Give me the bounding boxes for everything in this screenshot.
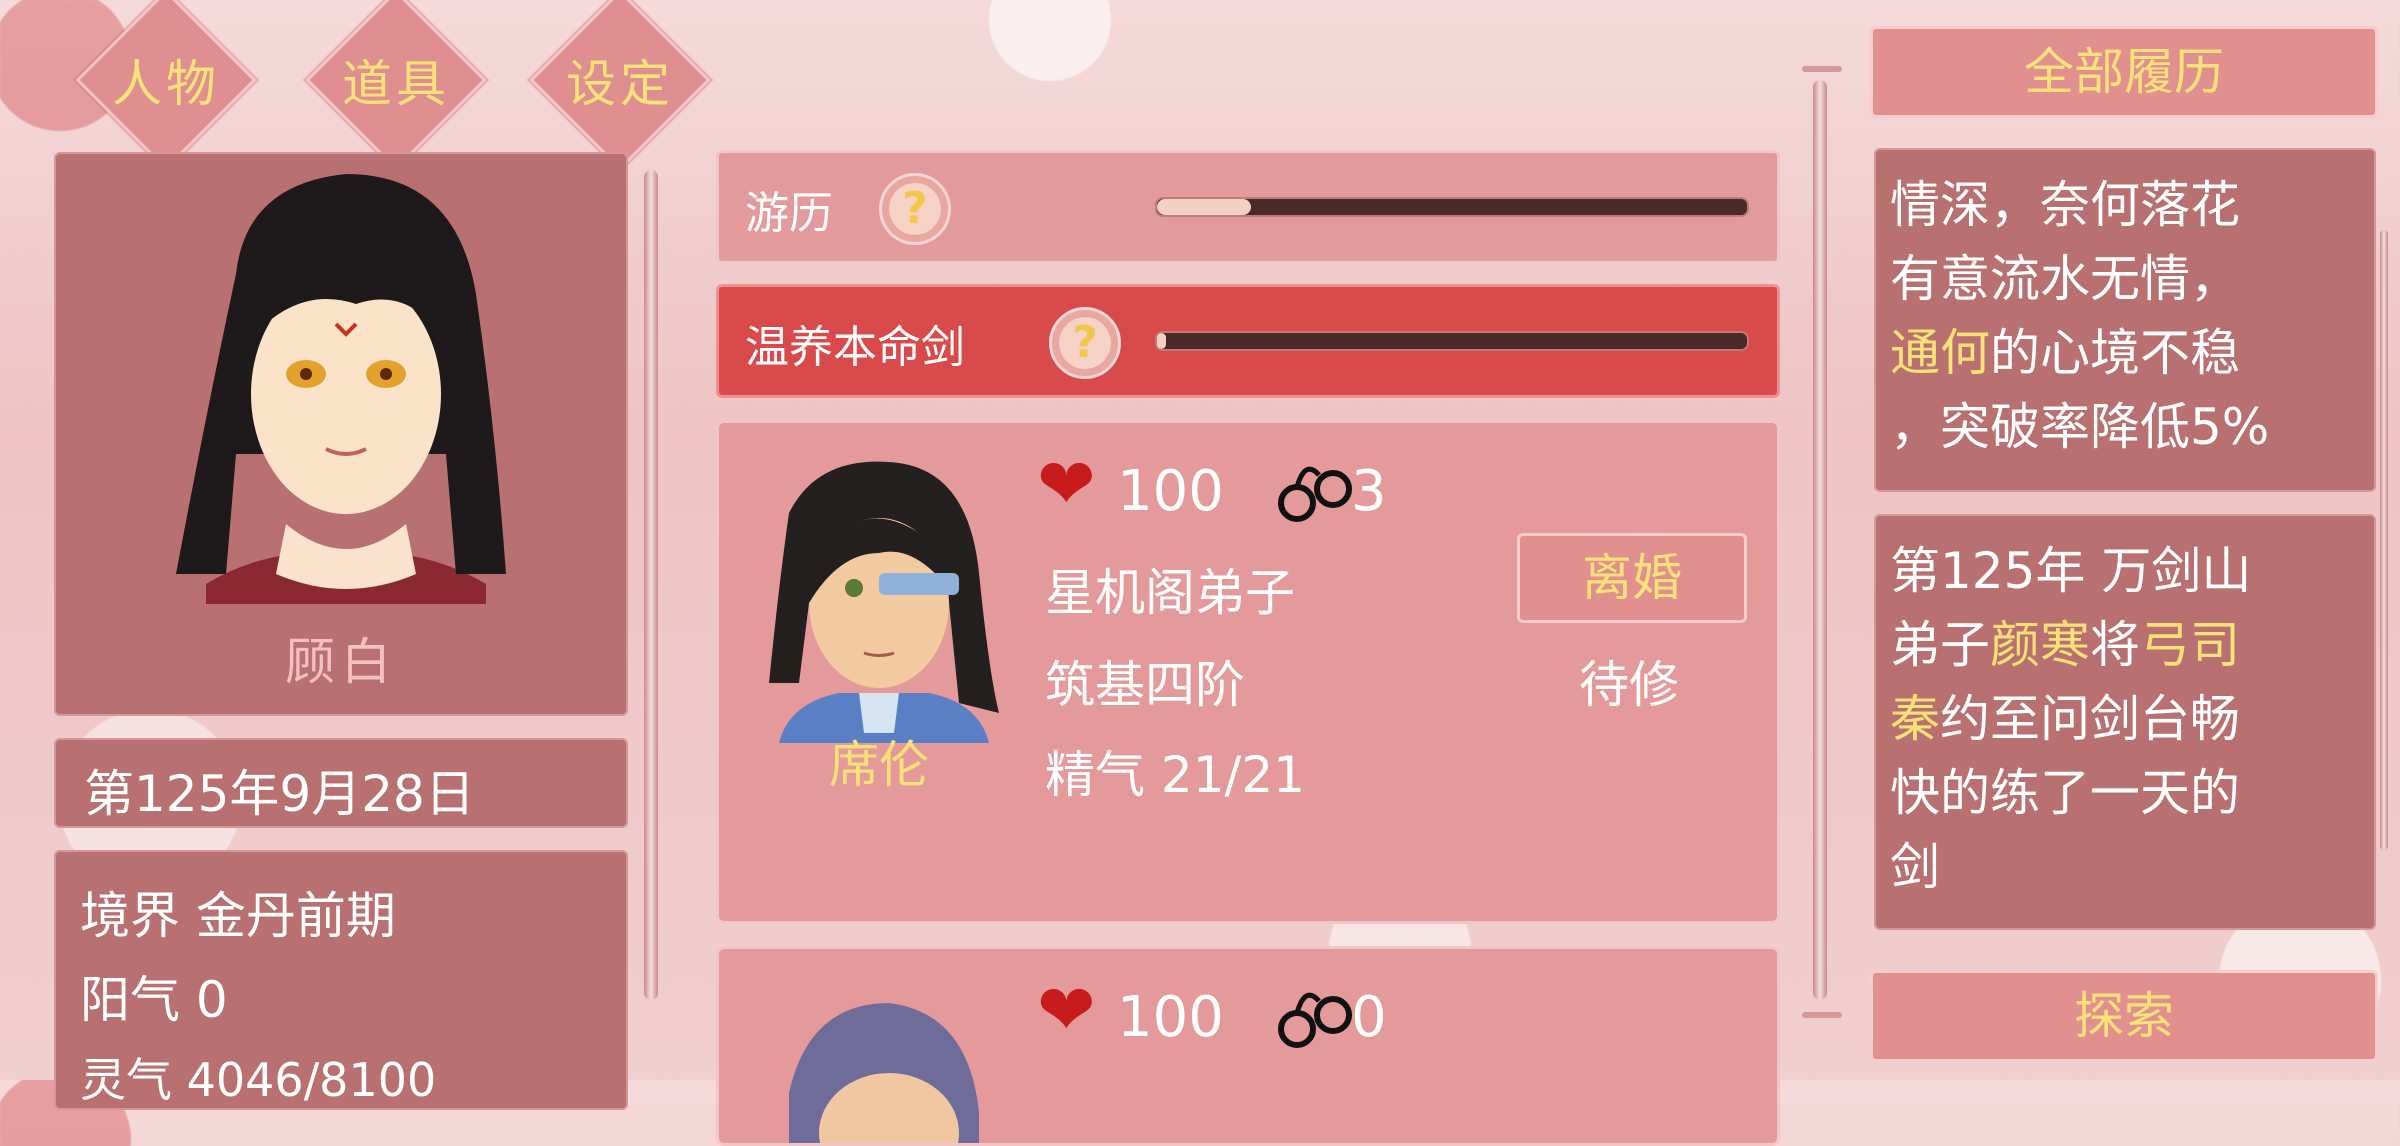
middle-scroll-cap-top <box>1802 66 1842 72</box>
player-spirit: 灵气 4046/8100 <box>80 1053 437 1107</box>
history-highlight: 通何 <box>1890 324 1990 382</box>
sword-progress-fill <box>1157 333 1166 349</box>
partner-affection: 100 <box>1117 985 1224 1050</box>
travel-progress-bar <box>1155 197 1749 217</box>
history-scrollbar[interactable] <box>2380 230 2388 850</box>
player-name: 顾白 <box>285 633 397 691</box>
history-line: 有意流水无情， <box>1890 250 2240 308</box>
activity-sword-label: 温养本命剑 <box>745 322 965 373</box>
tab-settings[interactable]: 设定 <box>522 0 718 171</box>
partner-bond-count: 0 <box>1351 985 1387 1050</box>
sword-progress-bar <box>1155 331 1749 351</box>
heart-icon: ❤ <box>1037 969 1096 1051</box>
history-text: 约至问剑台畅 <box>1940 690 2240 748</box>
partner-card[interactable]: ❤ 100 0 <box>716 946 1780 1146</box>
tab-settings-label: 设定 <box>566 55 674 113</box>
explore-button[interactable]: 探索 <box>1870 970 2378 1062</box>
history-line: 秦约至问剑台畅 <box>1890 682 2251 756</box>
sword-help-icon[interactable]: ? <box>1049 307 1121 379</box>
all-history-button[interactable]: 全部履历 <box>1870 26 2378 118</box>
tab-items[interactable]: 道具 <box>298 0 494 171</box>
history-entry: 情深，奈何落花 有意流水无情， 通何的心境不稳 ，突破率降低5% <box>1874 148 2376 492</box>
history-highlight: 秦 <box>1890 690 1940 748</box>
history-line: ，突破率降低5% <box>1890 398 2270 456</box>
history-highlight: 颜寒 <box>1990 616 2090 674</box>
partner-portrait <box>769 461 999 743</box>
partner-stage: 筑基四阶 <box>1045 656 1245 714</box>
partner-name: 席伦 <box>829 736 929 794</box>
partner-affection: 100 <box>1117 459 1224 524</box>
tab-items-label: 道具 <box>342 55 450 113</box>
player-portrait-panel[interactable]: 顾白 <box>54 152 628 716</box>
explore-button-label: 探索 <box>2074 987 2174 1045</box>
divorce-button[interactable]: 离婚 <box>1517 533 1747 623</box>
all-history-button-label: 全部履历 <box>2024 43 2224 101</box>
activity-travel-label: 游历 <box>745 188 833 239</box>
partner-essence: 精气 21/21 <box>1045 746 1305 804</box>
history-text: 弟子 <box>1890 616 1990 674</box>
middle-scrollbar[interactable] <box>1813 80 1827 1000</box>
heart-icon: ❤ <box>1037 443 1096 525</box>
player-stats-panel: 境界 金丹前期 阳气 0 灵气 4046/8100 <box>54 850 628 1110</box>
left-scrollbar[interactable] <box>644 170 658 1000</box>
history-line: 通何的心境不稳 <box>1890 316 2269 390</box>
history-line: 剑 <box>1890 838 1940 896</box>
game-date: 第125年9月28日 <box>84 765 475 823</box>
history-line: 情深，奈何落花 <box>1890 176 2240 234</box>
history-line: 第125年 万剑山 <box>1890 542 2252 600</box>
divorce-button-label: 离婚 <box>1582 549 1682 607</box>
date-panel: 第125年9月28日 <box>54 738 628 828</box>
history-entry: 第125年 万剑山 弟子颜寒将弓司 秦约至问剑台畅 快的练了一天的 剑 <box>1874 514 2376 930</box>
handcuffs-icon <box>1278 992 1352 1048</box>
history-line: 快的练了一天的 <box>1890 764 2240 822</box>
partner-sect: 星机阁弟子 <box>1045 564 1295 622</box>
history-text: 的心境不稳 <box>1990 324 2240 382</box>
partner-portrait <box>789 1003 979 1143</box>
history-highlight: 弓司 <box>2140 616 2240 674</box>
activity-sword-row[interactable]: 温养本命剑 ? <box>716 284 1780 398</box>
history-entry-text: 情深，奈何落花 有意流水无情， 通何的心境不稳 ，突破率降低5% <box>1890 168 2269 464</box>
travel-progress-fill <box>1157 199 1252 215</box>
history-line: 弟子颜寒将弓司 <box>1890 608 2251 682</box>
partner-bond-count: 3 <box>1351 459 1387 524</box>
history-text: 将 <box>2090 616 2140 674</box>
partner-card[interactable]: 席伦 ❤ 100 3 星机阁弟子 筑基四阶 精气 21/21 离婚 待修 <box>716 420 1780 924</box>
partner-state: 待修 <box>1579 656 1679 714</box>
tab-character-label: 人物 <box>112 55 220 113</box>
travel-help-icon[interactable]: ? <box>879 173 951 245</box>
handcuffs-icon <box>1278 466 1352 522</box>
middle-scroll-cap-bottom <box>1802 1012 1842 1018</box>
history-entry-text: 第125年 万剑山 弟子颜寒将弓司 秦约至问剑台畅 快的练了一天的 剑 <box>1890 534 2251 904</box>
tab-character[interactable]: 人物 <box>68 0 264 171</box>
activity-travel-row[interactable]: 游历 ? <box>716 150 1780 264</box>
player-realm: 境界 金丹前期 <box>80 887 396 945</box>
player-portrait <box>176 174 506 604</box>
player-yang: 阳气 0 <box>80 971 228 1029</box>
